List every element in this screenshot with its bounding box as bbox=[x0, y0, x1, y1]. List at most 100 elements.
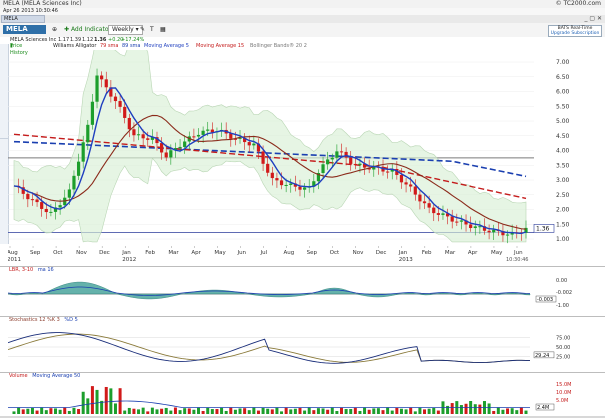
volume-bar-up bbox=[473, 404, 477, 414]
candle-up bbox=[67, 189, 71, 198]
month-label: Mar bbox=[445, 250, 456, 256]
volume-bar-up bbox=[183, 408, 187, 414]
month-label: Mar bbox=[168, 250, 179, 256]
zoom-icon[interactable]: ⊕ bbox=[52, 25, 57, 34]
candle-down bbox=[247, 142, 251, 146]
volume-bar-up bbox=[123, 410, 127, 414]
add-indicator-label: Add Indicator bbox=[70, 26, 111, 33]
realtime-badge[interactable]: BATS Real-Time Upgrade Subscription bbox=[548, 25, 602, 37]
stoch-legend[interactable]: Stochastics 12 %K 3 %D 5 bbox=[9, 317, 78, 324]
volume-axis-label: 10.0M bbox=[556, 390, 571, 396]
volume-bar-down bbox=[450, 403, 454, 414]
side-tab-1[interactable] bbox=[0, 48, 8, 139]
price-tick-label: 6.50 bbox=[556, 74, 570, 81]
lbr-oscillator-chart[interactable]: 0.00 -0.002 -1.00-0.003 bbox=[8, 274, 605, 314]
layout-icon[interactable]: ▦ bbox=[160, 25, 166, 34]
volume-bar-up bbox=[496, 407, 500, 414]
month-label: Jul bbox=[260, 250, 268, 256]
candle-down bbox=[450, 216, 454, 222]
cursor-time: 10:30:46 bbox=[506, 257, 528, 263]
month-label: Feb bbox=[422, 250, 432, 256]
upgrade-link[interactable]: Upgrade Subscription bbox=[549, 31, 601, 36]
volume-bar-up bbox=[164, 407, 168, 414]
volume-bar-down bbox=[215, 409, 219, 414]
volume-bar-up bbox=[358, 410, 362, 414]
price-tick-label: 2.50 bbox=[556, 192, 570, 199]
candle-down bbox=[353, 163, 357, 165]
ma15-label[interactable]: Moving Average 15 bbox=[196, 43, 244, 50]
volume-bar-down bbox=[492, 410, 496, 414]
candle-up bbox=[169, 150, 173, 158]
volume-axis-label: 15.0M bbox=[556, 382, 571, 388]
volume-bar-up bbox=[233, 409, 237, 414]
candle-down bbox=[436, 213, 440, 215]
volume-bar-up bbox=[210, 409, 214, 414]
volume-legend[interactable]: Volume Moving Average 50 bbox=[9, 373, 80, 380]
candle-down bbox=[266, 163, 270, 173]
volume-chart[interactable]: 15.0M 10.0M 5.0M 2.4M bbox=[8, 380, 605, 416]
month-label: Aug bbox=[284, 250, 295, 256]
month-label: Dec bbox=[376, 250, 387, 256]
timestamp-bar: Apr 26 2013 10:30:46 bbox=[0, 8, 605, 15]
volume-bar-up bbox=[169, 410, 173, 414]
candle-down bbox=[104, 79, 108, 88]
tab-mela[interactable]: MELA bbox=[1, 15, 45, 23]
period-select[interactable]: Weekly ▾ bbox=[108, 25, 143, 35]
ma5-label[interactable]: Moving Average 5 bbox=[144, 43, 189, 50]
alligator-label[interactable]: Williams Alligator bbox=[53, 43, 96, 50]
volume-bar-down bbox=[21, 409, 25, 414]
volume-bar-up bbox=[238, 408, 242, 414]
candle-down bbox=[146, 138, 150, 140]
add-indicator-button[interactable]: ✚ Add Indicator bbox=[64, 25, 111, 34]
candle-down bbox=[469, 224, 473, 229]
price-chart[interactable]: 7.00 6.50 6.00 5.50 5.00 4.50 4.00 3.50 3.00 2.50… bbox=[8, 50, 605, 246]
volume-bar-up bbox=[307, 407, 311, 414]
volume-bar-up bbox=[413, 411, 417, 414]
volume-bar-down bbox=[284, 407, 288, 414]
volume-bar-up bbox=[303, 410, 307, 414]
volume-bar-up bbox=[127, 407, 131, 414]
month-label: Apr bbox=[468, 250, 478, 256]
candle-down bbox=[344, 151, 348, 158]
price-tick-label: 4.50 bbox=[556, 133, 570, 140]
month-label: Dec bbox=[99, 250, 110, 256]
month-label: Sep bbox=[30, 250, 41, 256]
volume-bar-up bbox=[372, 408, 376, 414]
price-tick-label: 5.50 bbox=[556, 103, 570, 110]
bbands-label[interactable]: Bollinger Bands® 20 2 bbox=[250, 43, 307, 50]
sma79-label[interactable]: 79 sma bbox=[100, 43, 119, 50]
lbr-legend[interactable]: LBR, 3-10 ma 16 bbox=[9, 267, 54, 274]
year-label: 2011 bbox=[8, 257, 21, 263]
candle-down bbox=[413, 186, 417, 195]
divider bbox=[0, 266, 605, 267]
candle-down bbox=[26, 193, 30, 200]
plus-icon: ✚ bbox=[64, 26, 71, 33]
volume-bar-up bbox=[220, 407, 224, 414]
candle-up bbox=[196, 134, 201, 137]
divider bbox=[0, 372, 605, 373]
volume-bar-down bbox=[132, 408, 136, 414]
text-icon[interactable]: T bbox=[150, 25, 154, 34]
volume-bar-down bbox=[187, 408, 191, 414]
sma89-label[interactable]: 89 sma bbox=[122, 43, 141, 50]
candle-down bbox=[427, 203, 431, 208]
stochastics-chart[interactable]: 75.00 50.00 25.00 29.24 bbox=[8, 324, 605, 370]
window-controls[interactable]: _ ▢ ✕ bbox=[584, 15, 602, 22]
side-tab-2[interactable] bbox=[0, 140, 8, 200]
symbol-box[interactable]: MELA bbox=[3, 25, 46, 34]
candle-up bbox=[492, 229, 496, 233]
candle-up bbox=[49, 211, 53, 213]
candle-down bbox=[404, 182, 408, 185]
candle-down bbox=[164, 152, 168, 158]
volume-bar-up bbox=[58, 409, 62, 414]
year-label: 2013 bbox=[399, 257, 413, 263]
month-label: Nov bbox=[353, 250, 364, 256]
period-value: Weekly bbox=[112, 26, 134, 33]
price-tick-label: 7.00 bbox=[556, 59, 570, 66]
volume-bar-up bbox=[30, 407, 34, 414]
volume-bar-down bbox=[104, 386, 108, 414]
draw-icon[interactable]: ✎ bbox=[140, 25, 145, 34]
month-label: May bbox=[214, 250, 226, 256]
candle-up bbox=[459, 220, 464, 222]
volume-bar-down bbox=[312, 410, 316, 414]
